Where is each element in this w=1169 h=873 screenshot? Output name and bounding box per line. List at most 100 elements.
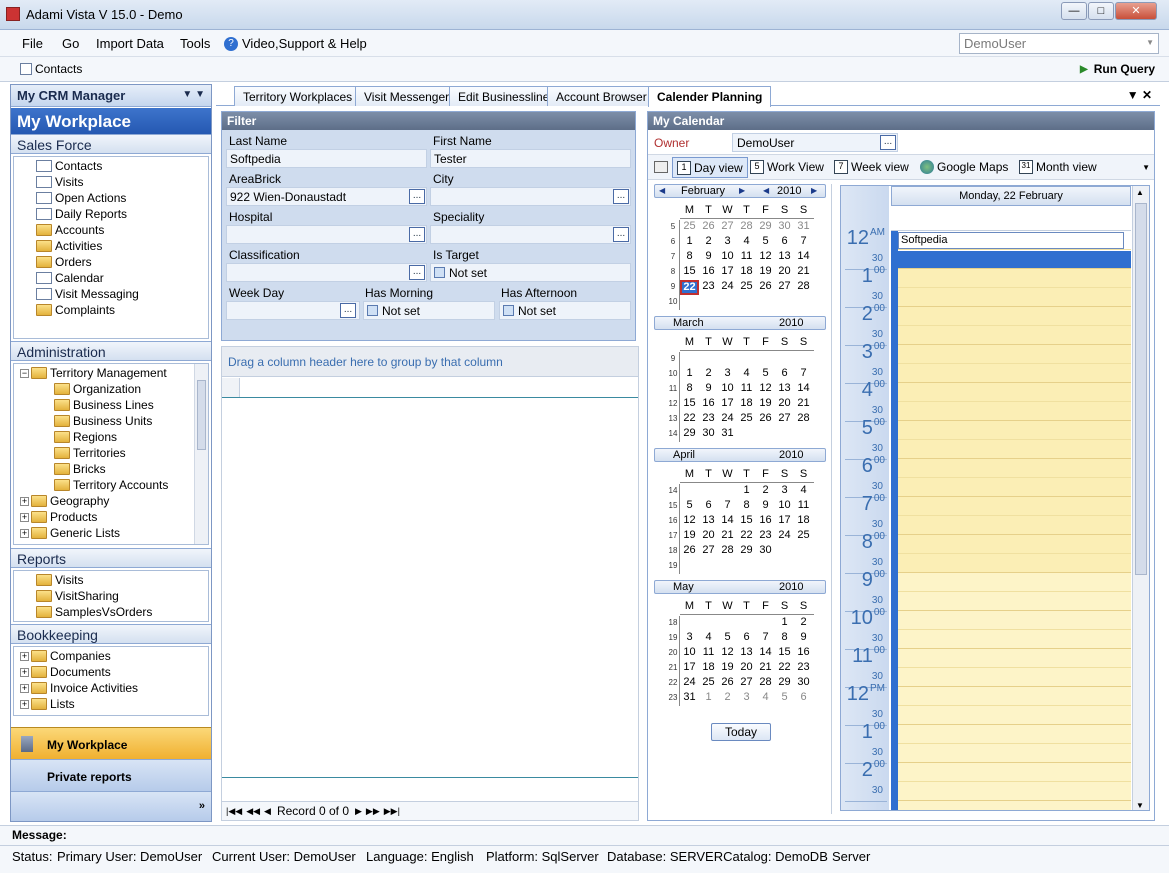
expand-icon[interactable]: +: [20, 496, 29, 506]
calendar-day[interactable]: 1: [775, 616, 794, 628]
menu-file[interactable]: File: [22, 36, 43, 51]
list-item[interactable]: + Generic Lists: [20, 525, 120, 541]
calendar-day[interactable]: 25: [699, 676, 718, 688]
tab-account-browser[interactable]: Account Browser: [547, 86, 656, 106]
calendar-day[interactable]: 31: [680, 691, 699, 703]
time-slot[interactable]: [898, 383, 1131, 402]
chevron-left-icon[interactable]: ◀: [659, 186, 665, 195]
list-item[interactable]: + Companies: [20, 648, 111, 664]
calendar-day[interactable]: 1: [680, 235, 699, 247]
work-view-button[interactable]: 5 Work View: [750, 160, 824, 174]
run-query-button[interactable]: ▶ Run Query: [1080, 62, 1155, 76]
next-page-button[interactable]: ▶▶: [366, 806, 380, 817]
calendar-day[interactable]: 24: [775, 529, 794, 541]
last-name-field[interactable]: Softpedia: [226, 149, 427, 168]
calendar-day[interactable]: 1: [737, 484, 756, 496]
classification-browse-button[interactable]: ...: [409, 265, 425, 280]
hospital-field[interactable]: [226, 225, 427, 244]
prev-record-button[interactable]: ◀: [264, 806, 271, 817]
calendar-day[interactable]: 19: [756, 397, 775, 409]
calendar-day[interactable]: 15: [775, 646, 794, 658]
calendar-day[interactable]: 17: [718, 397, 737, 409]
calendar-day[interactable]: 23: [699, 280, 718, 292]
list-item[interactable]: Bricks: [54, 461, 106, 477]
calendar-day[interactable]: 4: [756, 691, 775, 703]
calendar-day[interactable]: 12: [680, 514, 699, 526]
calendar-event[interactable]: Softpedia: [898, 232, 1124, 249]
calendar-day[interactable]: 21: [794, 265, 813, 277]
list-item[interactable]: Territories: [54, 445, 126, 461]
calendar-day[interactable]: 29: [756, 220, 775, 232]
calendar-day[interactable]: 22: [680, 412, 699, 424]
calendar-day[interactable]: 4: [737, 235, 756, 247]
city-browse-button[interactable]: ...: [613, 189, 629, 204]
list-item[interactable]: − Territory Management: [20, 365, 167, 381]
calendar-day[interactable]: 5: [680, 499, 699, 511]
calendar-day[interactable]: 16: [699, 265, 718, 277]
calendar-day[interactable]: 10: [718, 250, 737, 262]
print-icon[interactable]: [654, 161, 668, 173]
nav-expander[interactable]: »: [11, 791, 211, 821]
calendar-day[interactable]: 3: [775, 484, 794, 496]
week-day-browse-button[interactable]: ...: [340, 303, 356, 318]
calendar-day[interactable]: 17: [718, 265, 737, 277]
calendar-day[interactable]: 11: [737, 382, 756, 394]
time-slot[interactable]: [898, 706, 1131, 725]
close-button[interactable]: ✕: [1115, 2, 1157, 20]
time-slot[interactable]: [898, 801, 1131, 810]
calendar-day[interactable]: 27: [775, 280, 794, 292]
calendar-day[interactable]: 7: [756, 631, 775, 643]
has-morning-checkbox[interactable]: Not set: [363, 301, 495, 320]
calendar-day[interactable]: 5: [756, 367, 775, 379]
time-slot[interactable]: [898, 744, 1131, 763]
list-item[interactable]: + Invoice Activities: [20, 680, 138, 696]
calendar-day[interactable]: 5: [756, 235, 775, 247]
calendar-day[interactable]: 27: [699, 544, 718, 556]
calendar-day[interactable]: 30: [775, 220, 794, 232]
calendar-day[interactable]: 2: [718, 691, 737, 703]
calendar-day[interactable]: 20: [775, 265, 794, 277]
calendar-day[interactable]: 28: [737, 220, 756, 232]
calendar-day[interactable]: 26: [756, 280, 775, 292]
calendar-day[interactable]: 6: [737, 631, 756, 643]
list-item[interactable]: Business Lines: [54, 397, 154, 413]
calendar-day[interactable]: 13: [737, 646, 756, 658]
calendar-day[interactable]: 10: [680, 646, 699, 658]
calendar-day[interactable]: 8: [775, 631, 794, 643]
calendar-day[interactable]: 12: [718, 646, 737, 658]
calendar-day[interactable]: 26: [680, 544, 699, 556]
calendar-day[interactable]: 22: [775, 661, 794, 673]
calendar-day[interactable]: 25: [794, 529, 813, 541]
time-slot[interactable]: [898, 307, 1131, 326]
time-slot[interactable]: [898, 649, 1131, 668]
selected-time-slot[interactable]: [898, 251, 1131, 268]
list-item[interactable]: Regions: [54, 429, 117, 445]
time-slot[interactable]: [898, 611, 1131, 630]
calendar-day[interactable]: 24: [718, 412, 737, 424]
time-slot[interactable]: [898, 269, 1131, 288]
day-view-button[interactable]: 1 Day view: [672, 157, 748, 178]
calendar-day[interactable]: 2: [699, 367, 718, 379]
owner-browse-button[interactable]: ...: [880, 135, 896, 150]
list-item[interactable]: Organization: [54, 381, 141, 397]
calendar-day[interactable]: 8: [680, 250, 699, 262]
calendar-day[interactable]: 23: [756, 529, 775, 541]
first-record-button[interactable]: |◀◀: [226, 806, 242, 817]
calendar-day[interactable]: 6: [699, 499, 718, 511]
calendar-day[interactable]: 7: [718, 499, 737, 511]
calendar-day[interactable]: 17: [680, 661, 699, 673]
section-administration[interactable]: Administration: [11, 341, 211, 361]
minimize-button[interactable]: —: [1061, 2, 1087, 20]
time-slot[interactable]: [898, 554, 1131, 573]
calendar-day[interactable]: 9: [794, 631, 813, 643]
menu-help[interactable]: ? Video,Support & Help: [224, 36, 367, 51]
calendar-day[interactable]: 3: [737, 691, 756, 703]
calendar-day[interactable]: 31: [718, 427, 737, 439]
calendar-day[interactable]: 13: [775, 250, 794, 262]
time-slot[interactable]: [898, 763, 1131, 782]
list-item[interactable]: Visit Messaging: [36, 286, 139, 302]
chevron-up-icon[interactable]: ▲: [1136, 188, 1144, 197]
tab-territory-workplaces[interactable]: Territory Workplaces: [234, 86, 362, 106]
tab-calender-planning[interactable]: Calender Planning: [648, 86, 772, 107]
calendar-day[interactable]: 22: [737, 529, 756, 541]
